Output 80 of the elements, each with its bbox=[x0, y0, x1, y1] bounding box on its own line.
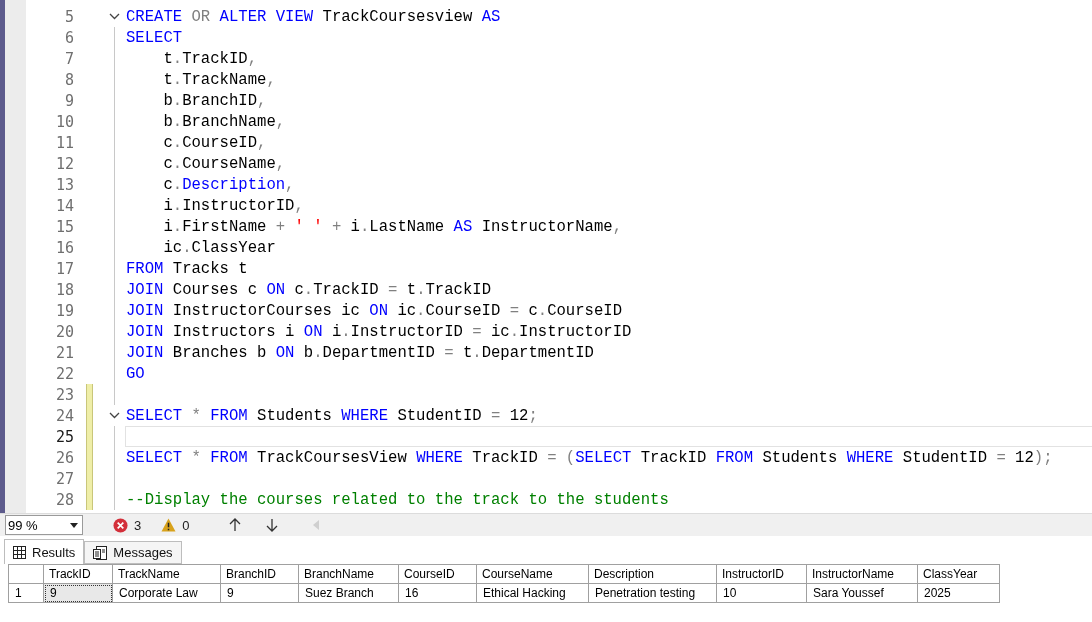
code-line: c.CourseID, bbox=[162, 132, 268, 153]
line-number: 14 bbox=[54, 196, 74, 215]
error-icon bbox=[113, 517, 128, 533]
line-number: 18 bbox=[54, 280, 74, 299]
code-line: --Display the courses related to the track to the students bbox=[125, 489, 670, 510]
arrow-down-icon[interactable] bbox=[266, 518, 279, 532]
line-number: 6 bbox=[63, 28, 74, 47]
code-editor[interactable] bbox=[0, 0, 1092, 513]
warning-icon bbox=[161, 518, 177, 532]
arrow-up-icon[interactable] bbox=[229, 518, 242, 532]
line-number: 8 bbox=[63, 70, 74, 89]
line-number: 26 bbox=[54, 448, 74, 467]
line-number: 21 bbox=[54, 343, 74, 362]
line-number: 22 bbox=[54, 364, 74, 383]
table-cell: 2025 bbox=[917, 583, 1000, 603]
warning-count: 0 bbox=[182, 517, 190, 533]
code-line: FROM Tracks t bbox=[125, 258, 249, 279]
table-cell: Suez Branch bbox=[298, 583, 399, 603]
column-header[interactable]: InstructorID bbox=[716, 564, 807, 584]
column-header[interactable]: ClassYear bbox=[917, 564, 1000, 584]
table-cell: 9 bbox=[220, 583, 299, 603]
line-number: 20 bbox=[54, 322, 74, 341]
code-line: CREATE OR ALTER VIEW TrackCoursesview AS bbox=[125, 6, 502, 27]
column-header[interactable]: InstructorName bbox=[806, 564, 918, 584]
document-icon bbox=[93, 545, 108, 560]
column-header[interactable]: TrackID bbox=[43, 564, 113, 584]
line-number: 24 bbox=[54, 406, 74, 425]
line-number: 15 bbox=[54, 217, 74, 236]
table-cell: 16 bbox=[398, 583, 477, 603]
table-cell: Ethical Hacking bbox=[476, 583, 589, 603]
line-number: 28 bbox=[54, 490, 74, 509]
line-number: 7 bbox=[63, 49, 74, 68]
code-line: i.InstructorID, bbox=[162, 195, 305, 216]
line-number: 10 bbox=[54, 112, 74, 131]
table-cell: Corporate Law bbox=[112, 583, 221, 603]
code-line: c.Description, bbox=[162, 174, 296, 195]
zoom-dropdown[interactable]: 99 % bbox=[5, 515, 83, 535]
code-line: ic.ClassYear bbox=[162, 237, 277, 258]
table-cell: Sara Youssef bbox=[806, 583, 918, 603]
line-number: 19 bbox=[54, 301, 74, 320]
code-line: b.BranchName, bbox=[162, 111, 287, 132]
line-number: 13 bbox=[54, 175, 74, 194]
code-line: JOIN Branches b ON b.DepartmentID = t.DepartmentID bbox=[125, 342, 595, 363]
line-number: 23 bbox=[54, 385, 74, 404]
code-line: t.TrackName, bbox=[162, 69, 277, 90]
line-number: 17 bbox=[54, 259, 74, 278]
code-line: t.TrackID, bbox=[162, 48, 259, 69]
results-tab[interactable]: Results bbox=[4, 539, 85, 564]
column-header[interactable]: TrackName bbox=[112, 564, 221, 584]
column-header[interactable]: BranchName bbox=[298, 564, 399, 584]
table-cell: Penetration testing bbox=[588, 583, 717, 603]
column-header[interactable]: Description bbox=[588, 564, 717, 584]
line-number: 9 bbox=[63, 91, 74, 110]
code-line: b.BranchID, bbox=[162, 90, 268, 111]
row-number[interactable]: 1 bbox=[8, 583, 44, 603]
error-count: 3 bbox=[134, 517, 142, 533]
code-line: SELECT * FROM TrackCoursesView WHERE TrackID = (SELECT TrackID FROM Students WHERE StudentID = 12); bbox=[125, 447, 1054, 468]
line-number: 5 bbox=[63, 7, 74, 26]
code-line: c.CourseName, bbox=[162, 153, 287, 174]
code-line: i.FirstName + ' ' + i.LastName AS InstructorName, bbox=[162, 216, 623, 237]
line-number: 27 bbox=[54, 469, 74, 488]
line-number: 16 bbox=[54, 238, 74, 257]
column-header[interactable]: CourseName bbox=[476, 564, 589, 584]
table-cell: 10 bbox=[716, 583, 807, 603]
code-line: JOIN Instructors i ON i.InstructorID = ic.InstructorID bbox=[125, 321, 633, 342]
line-number: 25 bbox=[54, 427, 74, 446]
grid-icon bbox=[13, 545, 26, 559]
caret-icon bbox=[70, 522, 78, 528]
code-line: JOIN InstructorCourses ic ON ic.CourseID = c.CourseID bbox=[125, 300, 623, 321]
column-header[interactable]: BranchID bbox=[220, 564, 299, 584]
code-line: GO bbox=[125, 363, 146, 384]
column-header[interactable]: CourseID bbox=[398, 564, 477, 584]
line-number: 11 bbox=[54, 133, 74, 152]
chevron-down-icon[interactable] bbox=[108, 412, 120, 419]
code-line: SELECT bbox=[125, 27, 184, 48]
results-tab[interactable]: Messages bbox=[84, 541, 182, 564]
line-number: 12 bbox=[54, 154, 74, 173]
code-line: JOIN Courses c ON c.TrackID = t.TrackID bbox=[125, 279, 492, 300]
chevron-down-icon[interactable] bbox=[108, 13, 120, 20]
code-line: SELECT * FROM Students WHERE StudentID = 12; bbox=[125, 405, 539, 426]
